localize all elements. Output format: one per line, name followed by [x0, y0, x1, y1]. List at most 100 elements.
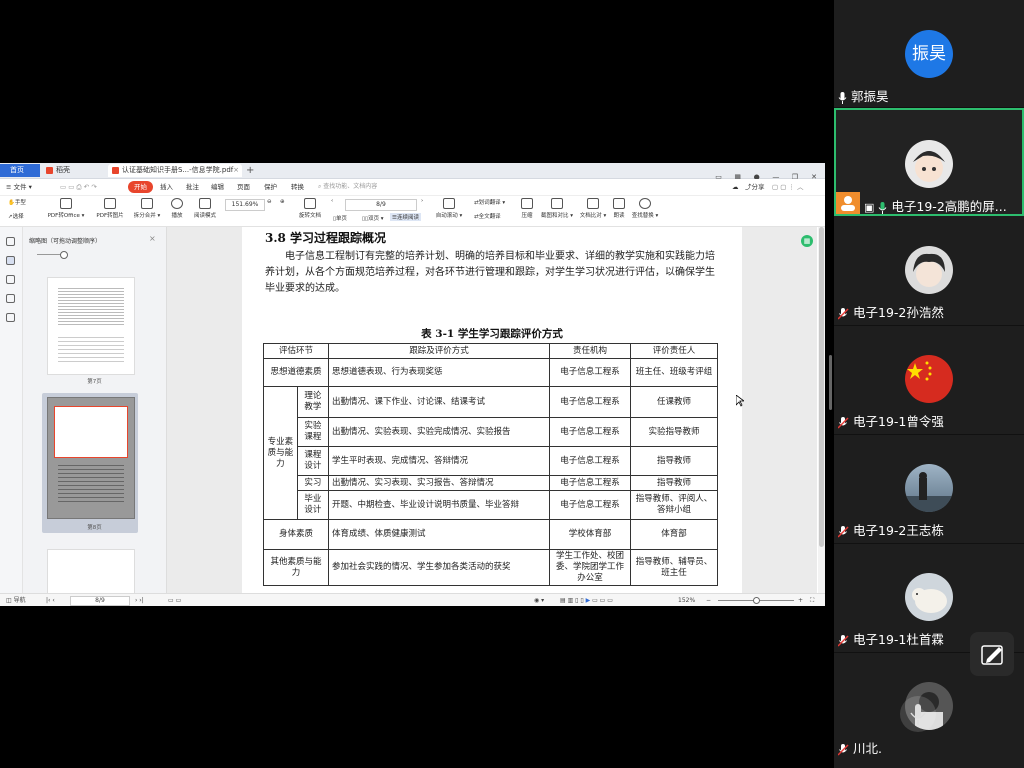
section-title: 3.8 学习过程跟踪概况: [265, 231, 387, 245]
speaker-icon: [613, 198, 625, 209]
pdf-page: 3.8 学习过程跟踪概况 电子信息工程制订有完整的培养计划、明确的培养目标和毕业…: [242, 227, 742, 595]
participant-tile[interactable]: 电子19-2王志栋: [834, 436, 1024, 544]
table-row: 实习 出勤情况、实习表现、实习报告、答辩情况 电子信息工程系 指导教师: [264, 475, 718, 491]
hand-tool[interactable]: ✋手型: [8, 198, 26, 206]
thumbnail-icon[interactable]: [6, 256, 15, 265]
eye-icon[interactable]: ◉ ▾: [534, 594, 544, 606]
zoom-slider-handle[interactable]: [753, 597, 760, 604]
zoom-input[interactable]: 151.69%: [225, 199, 265, 211]
menu-start[interactable]: 开始: [128, 181, 153, 193]
compress-button[interactable]: 压缩: [518, 198, 536, 219]
menu-protect[interactable]: 保护: [264, 181, 277, 193]
play-label: 播放: [171, 213, 183, 219]
thumb-size-handle[interactable]: [60, 251, 68, 259]
translate-full-button[interactable]: ⇄全文翻译: [474, 212, 501, 220]
cell-person: 实验指导教师: [630, 417, 718, 447]
view-mode-icons[interactable]: ▤ ▥ ▯ ▯ ▶ ▭ ▭ ▭: [560, 594, 613, 606]
participant-name-text: 郭振昊: [851, 89, 889, 104]
single-page-button[interactable]: ▯单页: [333, 214, 347, 222]
continuous-read-button[interactable]: ☰连续阅读: [390, 213, 421, 221]
pdf-to-office-button[interactable]: PDF转Office ▾: [44, 198, 88, 219]
thumbnail-page-8[interactable]: [47, 397, 135, 519]
tab-daoke[interactable]: 稻壳: [42, 164, 102, 177]
zoom-in-button[interactable]: +: [798, 594, 803, 606]
menu-bar: ≡ 文件 ▾ ▭ ▭ ⎙ ↶ ↷ 开始 插入 批注 编辑 页面 保护 转换 ⌕ …: [0, 179, 825, 196]
daoke-icon: [46, 167, 53, 174]
cell-sub: 理论教学: [296, 386, 330, 418]
participant-tile[interactable]: 电子19-2孙浩然: [834, 218, 1024, 326]
thumbnail-page-7[interactable]: [47, 277, 135, 375]
menu-edit[interactable]: 编辑: [211, 181, 224, 193]
new-tab-icon[interactable]: +: [246, 164, 254, 177]
zoom-in-icon[interactable]: ⊕: [280, 199, 285, 205]
cell-person: 指导教师: [630, 475, 718, 491]
pdf-to-image-button[interactable]: PDF转图片: [92, 198, 128, 219]
autoscroll-button[interactable]: 自动滚动 ▾: [434, 198, 464, 219]
tab-document[interactable]: 认证基础知识手册S...-信息学院.pdf ×: [108, 164, 242, 177]
close-panel-icon[interactable]: ×: [149, 234, 156, 243]
close-tab-icon[interactable]: ×: [233, 164, 239, 177]
participant-tile[interactable]: 振昊 郭振昊: [834, 0, 1024, 108]
read-aloud-button[interactable]: 朗读: [611, 198, 627, 219]
double-page-button[interactable]: ▯▯双页 ▾: [362, 214, 384, 222]
page-nav-arrows[interactable]: |‹ ‹: [46, 594, 55, 606]
screenshot-compare-button[interactable]: 截图和对比 ▾: [540, 198, 574, 219]
menu-file[interactable]: ≡ 文件 ▾: [6, 181, 32, 193]
menu-insert[interactable]: 插入: [160, 181, 173, 193]
more-icons[interactable]: ▢ ▢ ⋮ ︿: [772, 181, 803, 193]
menu-comment[interactable]: 批注: [186, 181, 199, 193]
read-mode-button[interactable]: 阅读模式: [190, 198, 220, 219]
page-nav-arrows-right[interactable]: › ›|: [135, 594, 144, 606]
document-area: 3.8 学习过程跟踪概况 电子信息工程制订有完整的培养计划、明确的培养目标和毕业…: [167, 227, 817, 595]
split-merge-button[interactable]: 拆分合并 ▾: [130, 198, 164, 219]
menu-convert[interactable]: 转换: [291, 181, 304, 193]
signature-icon[interactable]: [6, 313, 15, 322]
anime-avatar-icon: [913, 253, 945, 287]
scrollbar-thumb[interactable]: [819, 227, 824, 547]
floating-tool-icon[interactable]: ▦: [801, 235, 813, 247]
share-button[interactable]: ⤴分享: [745, 181, 765, 193]
compare-label: 文档比对 ▾: [579, 213, 607, 219]
menu-page[interactable]: 页面: [237, 181, 250, 193]
muted-microphone-icon: [838, 416, 849, 429]
search-input[interactable]: ⌕ 查找功能、文档内容: [318, 181, 377, 193]
mouse-cursor: [736, 395, 744, 407]
fit-icons[interactable]: ▭ ▭: [168, 594, 181, 606]
next-page-icon[interactable]: ›: [421, 198, 423, 204]
zoom-out-icon[interactable]: ⊖: [267, 199, 272, 205]
screen-share-icon: ▣: [864, 201, 875, 214]
play-button[interactable]: 播放: [168, 198, 186, 219]
attachment-icon[interactable]: [6, 294, 15, 303]
fullscreen-icon[interactable]: ⛶: [810, 594, 814, 606]
cell-org: 电子信息工程系: [549, 446, 631, 476]
pdf-office-label: PDF转Office ▾: [47, 213, 85, 219]
tab-home[interactable]: 首页: [0, 164, 40, 177]
bookmark-icon[interactable]: [6, 237, 15, 246]
annotate-button[interactable]: [970, 632, 1014, 676]
find-replace-button[interactable]: 查找替换 ▾: [630, 198, 660, 219]
participant-tile-active[interactable]: ▣ 电子19-2高鹏的屏...: [834, 108, 1024, 216]
cell-org: 电子信息工程系: [549, 490, 631, 520]
cloud-icon[interactable]: ☁: [732, 181, 739, 193]
rotate-icon: [304, 198, 316, 209]
zoom-out-button[interactable]: −: [706, 594, 711, 606]
doc-compare-button[interactable]: 文档比对 ▾: [578, 198, 608, 219]
vertical-scrollbar[interactable]: [818, 227, 825, 595]
nav-button[interactable]: ◫ 导航: [6, 594, 26, 606]
thumb-label-7: 第7页: [87, 379, 102, 385]
page-number-input[interactable]: 8/9: [345, 199, 417, 211]
single-label: 单页: [336, 216, 348, 222]
participant-tile[interactable]: 电子19-1曾令强: [834, 327, 1024, 435]
panel-scrollbar[interactable]: [829, 355, 832, 410]
muted-microphone-icon: [838, 743, 849, 756]
prev-page-icon[interactable]: ‹: [331, 198, 333, 204]
translate-line-button[interactable]: ⇄划词翻译 ▾: [474, 198, 505, 206]
microphone-icon: [878, 201, 887, 214]
select-tool[interactable]: ➚选择: [8, 212, 24, 220]
avatar: [905, 464, 953, 512]
status-page-input[interactable]: 8/9: [70, 596, 130, 606]
rotate-button[interactable]: 旋转文档: [296, 198, 324, 219]
comment-icon[interactable]: [6, 275, 15, 284]
quick-access-icons[interactable]: ▭ ▭ ⎙ ↶ ↷: [60, 181, 97, 193]
flag-avatar-icon: [907, 361, 932, 381]
